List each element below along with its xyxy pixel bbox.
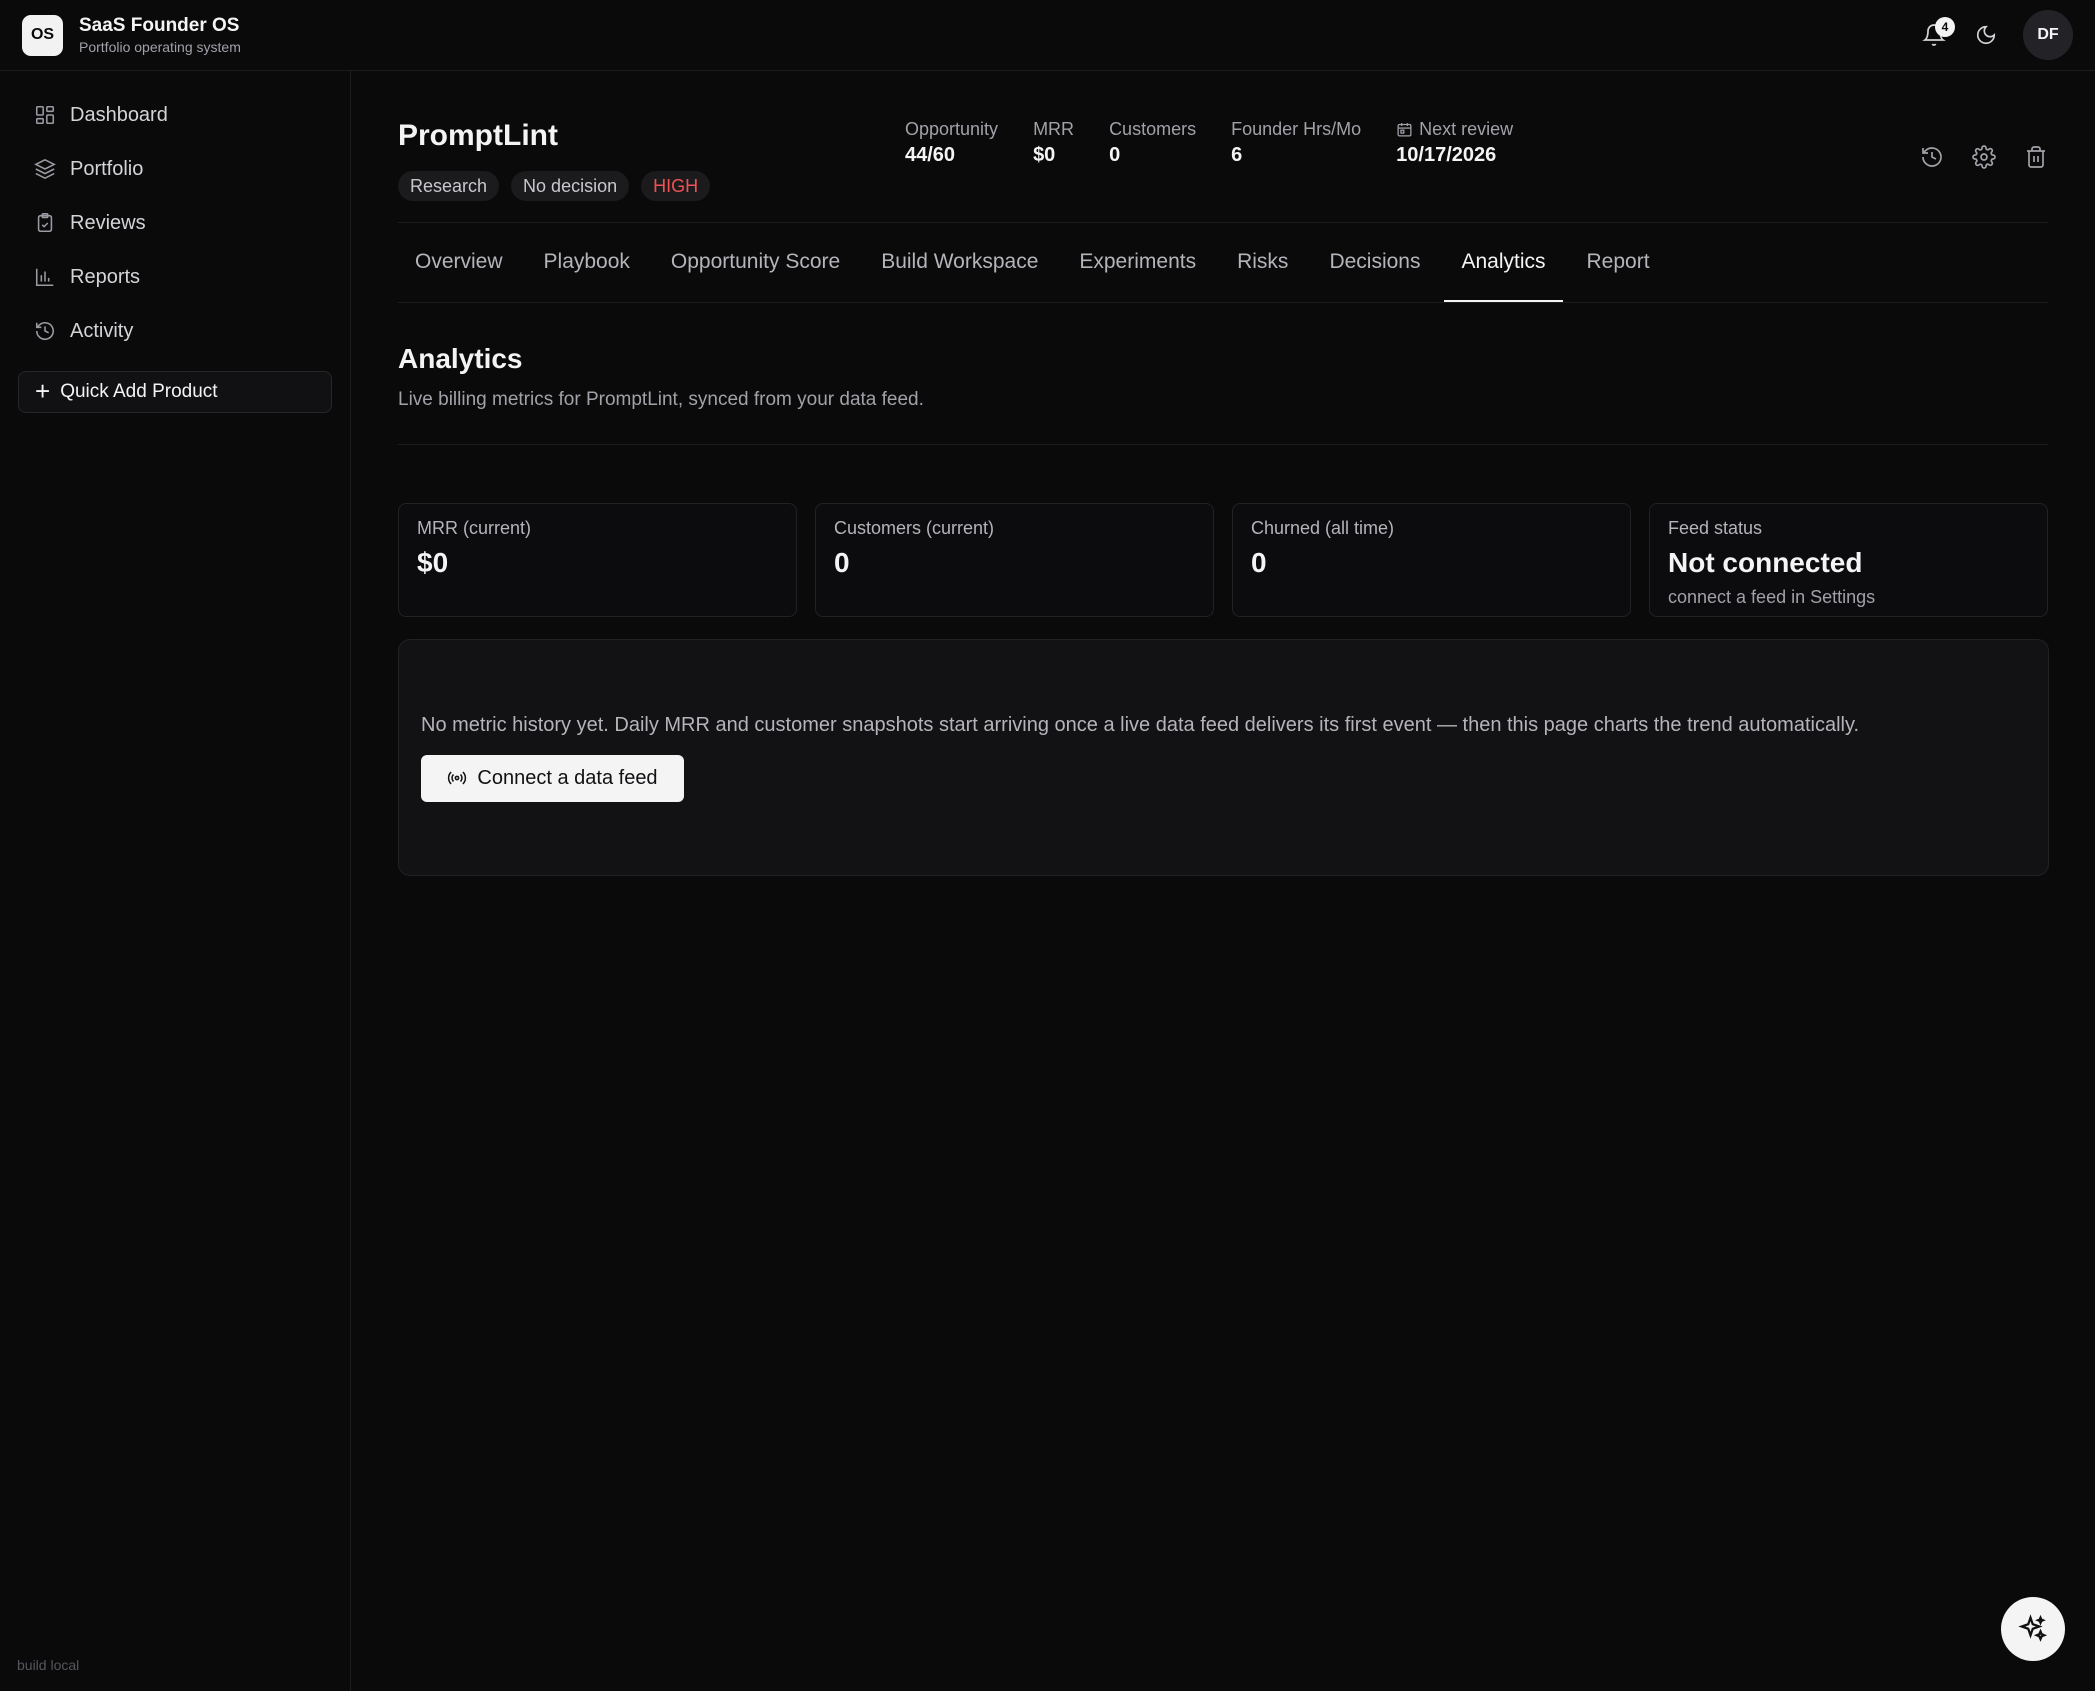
build-label: build local <box>17 1657 80 1673</box>
notification-badge: 4 <box>1935 17 1955 37</box>
assistant-button[interactable] <box>2001 1597 2065 1661</box>
tab-opportunity-score[interactable]: Opportunity Score <box>654 223 857 302</box>
layers-icon <box>34 158 56 180</box>
app-title: SaaS Founder OS <box>79 15 240 36</box>
theme-toggle-button[interactable] <box>1971 20 2001 50</box>
header-actions <box>1920 145 2048 169</box>
history-icon[interactable] <box>1920 145 1944 169</box>
stat-label: Opportunity <box>905 119 999 139</box>
plus-icon: + <box>35 375 51 406</box>
stage-tag: Research <box>398 171 500 201</box>
metric-cards: MRR (current) $0 Customers (current) 0 C… <box>398 503 2048 617</box>
section-title: Analytics <box>398 343 523 374</box>
sidebar: Dashboard Portfolio Reviews Reports Acti… <box>0 71 351 1691</box>
stat-label: MRR <box>1033 119 1075 139</box>
stat-label: Founder Hrs/Mo <box>1231 119 1362 139</box>
stat-value: $0 <box>1033 144 1056 166</box>
top-actions: 4 DF <box>1919 10 2073 60</box>
trash-icon[interactable] <box>2024 145 2048 169</box>
card-note: connect a feed in Settings <box>1668 587 1876 607</box>
quick-add-label: Quick Add Product <box>60 381 218 402</box>
sidebar-item-activity[interactable]: Activity <box>18 307 332 355</box>
tab-decisions[interactable]: Decisions <box>1312 223 1437 302</box>
card-label: Customers (current) <box>834 518 995 538</box>
main-content: PromptLint Research No decision HIGH Opp… <box>398 71 2049 876</box>
empty-state-text: No metric history yet. Daily MRR and cus… <box>421 713 1860 736</box>
gear-icon[interactable] <box>1972 145 1996 169</box>
priority-tag: HIGH <box>641 171 711 201</box>
bar-chart-icon <box>35 268 54 287</box>
card-label: Feed status <box>1668 518 1763 538</box>
tab-overview[interactable]: Overview <box>398 223 520 302</box>
sidebar-item-dashboard[interactable]: Dashboard <box>18 91 332 139</box>
card-value: Not connected <box>1668 547 1863 578</box>
stat-label: Customers <box>1109 119 1197 139</box>
connect-data-feed-button[interactable]: Connect a data feed <box>421 754 684 802</box>
app-logo[interactable]: OS <box>22 14 63 56</box>
stat-customers: Customers 0 <box>1109 119 1196 167</box>
sidebar-item-label: Portfolio <box>70 157 144 180</box>
sidebar-item-label: Reports <box>70 265 141 288</box>
empty-history-panel: No metric history yet. Daily MRR and cus… <box>398 639 2049 876</box>
card-label: Churned (all time) <box>1251 518 1395 538</box>
metric-card-churned: Churned (all time) 0 <box>1232 503 1631 617</box>
top-bar: OS SaaS Founder OS Portfolio operating s… <box>0 0 2095 71</box>
tab-analytics[interactable]: Analytics <box>1444 223 1563 302</box>
sidebar-item-portfolio[interactable]: Portfolio <box>18 145 332 193</box>
tab-build-workspace[interactable]: Build Workspace <box>864 223 1055 302</box>
stat-opportunity: Opportunity 44/60 <box>905 119 998 167</box>
stat-next-review: Next review 10/17/2026 <box>1396 119 1513 167</box>
tab-risks[interactable]: Risks <box>1220 223 1305 302</box>
stat-value: 6 <box>1231 144 1243 166</box>
product-stats: Opportunity 44/60 MRR $0 Customers 0 Fou… <box>905 119 1548 167</box>
stat-label: Next review <box>1419 119 1514 139</box>
notifications-button[interactable]: 4 <box>1919 17 1955 50</box>
sidebar-item-label: Reviews <box>70 211 146 234</box>
card-label: MRR (current) <box>417 518 532 538</box>
stat-value: 10/17/2026 <box>1396 144 1497 166</box>
card-value: 0 <box>1251 547 1267 578</box>
metric-card-feed-status: Feed status Not connected connect a feed… <box>1649 503 2048 617</box>
history-icon <box>35 322 55 340</box>
stat-label-row: Next review <box>1396 119 1513 140</box>
sparkles-icon <box>2018 1614 2048 1642</box>
stat-value: 0 <box>1109 144 1121 166</box>
app-subtitle: Portfolio operating system <box>79 39 241 55</box>
dashboard-icon <box>35 105 55 125</box>
section-subtitle: Live billing metrics for PromptLint, syn… <box>398 389 924 410</box>
card-value: $0 <box>417 547 449 578</box>
moon-icon <box>1976 25 1996 45</box>
card-value: 0 <box>834 547 850 578</box>
sidebar-item-reports[interactable]: Reports <box>18 253 332 301</box>
stat-value: 44/60 <box>905 144 956 166</box>
decision-tag: No decision <box>511 171 630 201</box>
metric-card-customers: Customers (current) 0 <box>815 503 1214 617</box>
sidebar-item-label: Dashboard <box>70 103 168 126</box>
tab-experiments[interactable]: Experiments <box>1062 223 1213 302</box>
stat-mrr: MRR $0 <box>1033 119 1074 167</box>
sidebar-item-label: Activity <box>70 319 134 342</box>
connect-button-label: Connect a data feed <box>477 766 658 789</box>
user-avatar[interactable]: DF <box>2023 10 2073 60</box>
broadcast-icon <box>448 771 467 785</box>
stat-founder-hours: Founder Hrs/Mo 6 <box>1231 119 1361 167</box>
brand: SaaS Founder OS Portfolio operating syst… <box>79 15 241 55</box>
tab-report[interactable]: Report <box>1570 223 1667 302</box>
clipboard-icon <box>37 213 53 233</box>
product-name: PromptLint <box>398 119 558 152</box>
quick-add-product-button[interactable]: + Quick Add Product <box>18 371 332 413</box>
product-tabs: Overview Playbook Opportunity Score Buil… <box>398 223 2048 303</box>
divider <box>398 444 2048 445</box>
product-header: PromptLint Research No decision HIGH Opp… <box>398 71 2048 223</box>
calendar-icon <box>1397 123 1412 137</box>
metric-card-mrr: MRR (current) $0 <box>398 503 797 617</box>
product-tags: Research No decision HIGH <box>398 171 711 201</box>
sidebar-item-reviews[interactable]: Reviews <box>18 199 332 247</box>
tab-playbook[interactable]: Playbook <box>527 223 647 302</box>
